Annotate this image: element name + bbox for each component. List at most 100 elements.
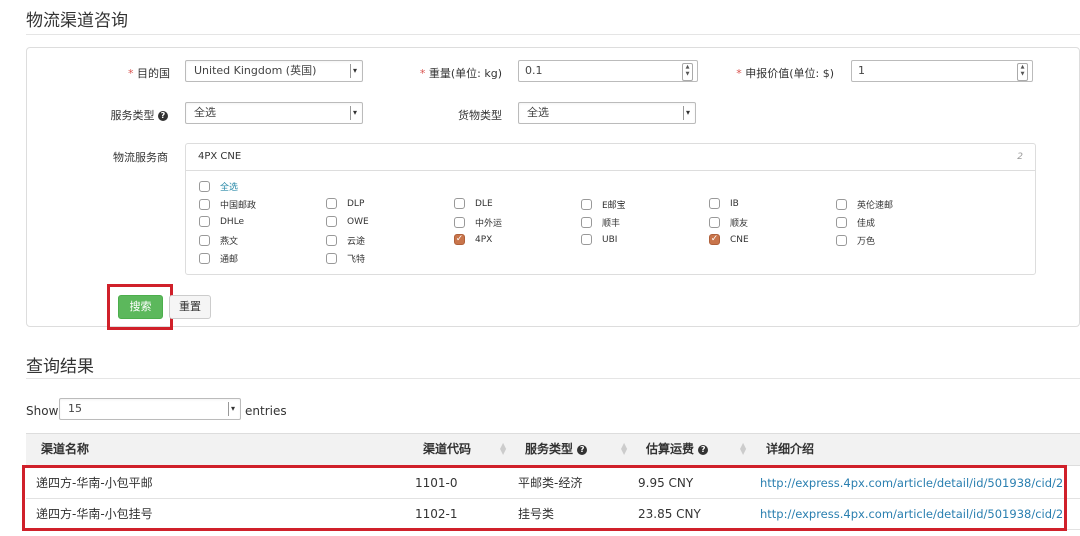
provider-option-label: 云途 <box>347 237 366 247</box>
spinner-icon[interactable]: ▲ ▼ <box>1017 63 1028 81</box>
entries-select[interactable]: 15 ▾ <box>59 398 241 420</box>
show-label: Show <box>26 404 59 418</box>
provider-option-label: 顺友 <box>730 219 749 229</box>
column-header-channel-code[interactable]: 渠道代码 <box>423 434 471 465</box>
checkbox-icon[interactable] <box>836 217 847 228</box>
checkbox-icon[interactable] <box>199 199 210 210</box>
provider-option[interactable]: 中国邮政 <box>199 198 256 211</box>
provider-option[interactable]: 通邮 <box>199 252 238 265</box>
help-icon[interactable]: ? <box>698 444 709 455</box>
provider-option-label: 英伦速邮 <box>857 201 894 211</box>
chevron-down-icon: ▾ <box>683 106 692 120</box>
declared-value-input[interactable]: 1 ▲ ▼ <box>851 60 1033 82</box>
results-divider <box>26 378 1080 379</box>
provider-option-label: 飞特 <box>347 255 366 265</box>
provider-option-label: OWE <box>347 216 369 227</box>
spinner-icon[interactable]: ▲ ▼ <box>682 63 693 81</box>
page-title: 物流渠道咨询 <box>26 11 128 31</box>
entries-label: entries <box>245 404 287 418</box>
provider-option[interactable]: DHLe <box>199 216 244 227</box>
service-type-select[interactable]: 全选 ▾ <box>185 102 363 124</box>
provider-option[interactable]: OWE <box>326 216 369 227</box>
provider-option[interactable]: 燕文 <box>199 234 238 247</box>
provider-option[interactable]: 佳成 <box>836 216 875 229</box>
provider-option[interactable]: 中外运 <box>454 216 502 229</box>
sort-icon[interactable]: ▲ ▼ <box>621 442 627 456</box>
checkbox-icon[interactable] <box>581 199 592 210</box>
provider-selected-summary[interactable]: 4PX CNE 2 <box>186 144 1035 171</box>
provider-option-label: 通邮 <box>220 255 239 265</box>
checkbox-icon[interactable] <box>326 253 337 264</box>
provider-select-all[interactable]: 全选 <box>199 180 238 193</box>
provider-option-label: 佳成 <box>857 219 876 229</box>
checkbox-icon[interactable] <box>709 198 720 209</box>
checkbox-icon[interactable] <box>454 198 465 209</box>
provider-option-label: UBI <box>602 234 618 245</box>
results-title: 查询结果 <box>26 357 94 377</box>
provider-count-badge: 2 <box>1017 152 1023 162</box>
provider-option-label: 中外运 <box>475 219 503 229</box>
provider-option-label: 万色 <box>857 237 876 247</box>
checkbox-icon[interactable] <box>199 181 210 192</box>
sort-icon[interactable]: ▲ ▼ <box>500 442 506 456</box>
checkbox-icon[interactable] <box>199 216 210 227</box>
column-header-service-type[interactable]: 服务类型 ? <box>525 434 588 465</box>
checkbox-icon[interactable] <box>199 253 210 264</box>
checkbox-icon[interactable] <box>709 217 720 228</box>
provider-option[interactable]: ✓ 4PX <box>454 234 492 245</box>
sort-icon[interactable]: ▲ ▼ <box>740 442 746 456</box>
provider-label: 物流服务商 <box>113 151 168 164</box>
provider-option[interactable]: IB <box>709 198 739 209</box>
checkbox-icon[interactable] <box>326 198 337 209</box>
column-header-estimated-fee[interactable]: 估算运费 ? <box>646 434 709 465</box>
provider-option[interactable]: UBI <box>581 234 617 245</box>
provider-option-label: IB <box>730 198 739 209</box>
checkbox-icon[interactable] <box>836 199 847 210</box>
provider-option-label: E邮宝 <box>602 201 626 211</box>
reset-button[interactable]: 重置 <box>169 295 211 319</box>
help-icon[interactable]: ? <box>577 444 588 455</box>
chevron-down-icon: ▾ <box>228 402 237 416</box>
provider-option-label: 4PX <box>475 234 493 245</box>
provider-option[interactable]: DLE <box>454 198 493 209</box>
results-table-header: 渠道名称 渠道代码 ▲ ▼ 服务类型 ? ▲ ▼ 估算运费 ? ▲ ▼ 详细介绍 <box>26 433 1080 466</box>
checked-checkbox-icon[interactable]: ✓ <box>454 234 465 245</box>
destination-select[interactable]: United Kingdom (英国) ▾ <box>185 60 363 82</box>
provider-option[interactable]: 飞特 <box>326 252 365 265</box>
provider-option-label: DLE <box>475 198 493 209</box>
provider-option-label: 顺丰 <box>602 219 621 229</box>
column-header-channel-name[interactable]: 渠道名称 <box>41 434 89 465</box>
chevron-down-icon: ▾ <box>350 64 359 78</box>
checkbox-icon[interactable] <box>836 235 847 246</box>
provider-option[interactable]: 万色 <box>836 234 875 247</box>
results-rows-highlight <box>22 465 1067 531</box>
provider-selected-text: 4PX CNE <box>198 151 242 162</box>
provider-option[interactable]: ✓ CNE <box>709 234 749 245</box>
provider-option-label: 中国邮政 <box>220 201 257 211</box>
provider-option-label: DLP <box>347 198 365 209</box>
provider-option[interactable]: 顺丰 <box>581 216 620 229</box>
provider-option[interactable]: 云途 <box>326 234 365 247</box>
chevron-down-icon: ▾ <box>350 106 359 120</box>
declared-value-label: * 申报价值(单位: $) <box>736 67 834 80</box>
service-type-label: 服务类型 ? <box>95 107 168 123</box>
checkbox-icon[interactable] <box>581 217 592 228</box>
checkbox-icon[interactable] <box>199 235 210 246</box>
checkbox-icon[interactable] <box>581 234 592 245</box>
help-icon[interactable]: ? <box>158 111 168 121</box>
cargo-type-select[interactable]: 全选 ▾ <box>518 102 696 124</box>
checkbox-icon[interactable] <box>326 235 337 246</box>
column-header-details[interactable]: 详细介绍 <box>766 434 814 465</box>
checkbox-icon[interactable] <box>326 216 337 227</box>
title-divider <box>26 34 1080 35</box>
provider-option-label: CNE <box>730 234 749 245</box>
provider-option[interactable]: E邮宝 <box>581 198 626 211</box>
provider-option[interactable]: 顺友 <box>709 216 748 229</box>
destination-label: * 目的国 <box>128 67 170 80</box>
checked-checkbox-icon[interactable]: ✓ <box>709 234 720 245</box>
provider-option[interactable]: 英伦速邮 <box>836 198 893 211</box>
provider-option[interactable]: DLP <box>326 198 364 209</box>
search-button[interactable]: 搜索 <box>118 295 163 319</box>
weight-input[interactable]: 0.1 ▲ ▼ <box>518 60 698 82</box>
checkbox-icon[interactable] <box>454 217 465 228</box>
